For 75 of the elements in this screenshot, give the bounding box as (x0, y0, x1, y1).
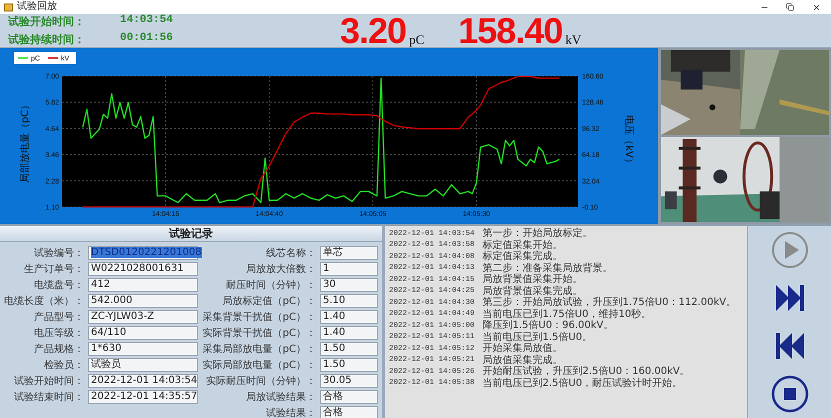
field-label: 实际局部放电量（pC）： (202, 358, 316, 372)
log-message: 当前电压已到2.5倍U0，耐压试验计时开始。 (482, 378, 682, 389)
log-message: 开始耐压试验，升压到2.5倍U0：160.00kV。 (482, 366, 690, 378)
input-field[interactable]: ZC-YJLW03-Z (88, 310, 198, 324)
input-field[interactable]: 1 (320, 262, 378, 276)
reading-unit: kV (565, 32, 582, 46)
input-field[interactable]: 1*630 (88, 342, 198, 356)
field-label: 产品型号： (33, 310, 84, 324)
window-title: 试验回放 (17, 0, 58, 14)
input-field[interactable]: 30 (320, 278, 378, 292)
field-label: 试验结果： (265, 406, 316, 418)
field-label: 局放试验结果： (245, 390, 316, 404)
time-value: 00:01:56 (120, 32, 173, 46)
field-label: 电压等级： (33, 326, 84, 340)
log-message: 局放值采集完成。 (482, 354, 563, 366)
restore-icon (786, 3, 794, 11)
input-field[interactable]: 2022-12-01 14:03:54 (88, 374, 198, 388)
axis-title: 电压（kV） (623, 115, 634, 168)
input-field[interactable]: 1.50 (320, 342, 378, 356)
input-field[interactable]: 1.50 (320, 358, 378, 372)
input-field[interactable]: 试验员 (88, 358, 198, 372)
log-message: 局放背景值采集完成。 (482, 286, 583, 297)
field-label: 检验员： (43, 358, 84, 372)
field-label: 局放放大倍数： (245, 262, 316, 276)
log-message: 标定值采集完成。 (482, 251, 563, 262)
input-field[interactable]: 合格 (320, 406, 378, 418)
reading-value: 3.20 (340, 14, 406, 46)
log-message: 局放背景值采集开始。 (482, 274, 583, 286)
log-message: 标定值采集开始。 (482, 240, 563, 251)
input-field[interactable]: 1.40 (320, 310, 378, 324)
log-message: 开始采集局放值。 (482, 343, 563, 354)
field-label: 电缆盘号： (33, 278, 84, 292)
play-icon (770, 231, 808, 269)
log-message: 降压到1.5倍U0：96.00kV。 (482, 320, 614, 332)
axis-title: 局部放电量（pC） (20, 100, 31, 184)
log-message: 当前电压已到1.5倍U0。 (482, 332, 592, 343)
fast-forward-icon (774, 282, 806, 314)
field-label: 局放标定值（pC）： (222, 294, 316, 308)
input-field[interactable]: W0221028001631 (88, 262, 198, 276)
field-label: 实际背景干扰值（pC）： (202, 326, 316, 340)
log-message: 当前电压已到1.75倍U0，维持10秒。 (482, 308, 652, 320)
field-label: 电缆长度（米）： (4, 294, 84, 308)
field-label: 试验编号： (33, 246, 84, 260)
log-message: 第三步：开始局放试验，升压到1.75倍U0：112.00kV。 (482, 297, 736, 308)
input-field[interactable]: 合格 (320, 390, 378, 404)
stop-icon (770, 375, 808, 413)
field-label: 耐压时间（分钟）： (225, 278, 316, 292)
input-field[interactable]: 30.05 (320, 374, 378, 388)
log-message: 第一步：开始局放标定。 (482, 228, 593, 240)
close-icon (812, 2, 820, 12)
input-field[interactable]: 2022-12-01 14:35:57 (88, 390, 198, 404)
field-label: 采集背景干扰值（pC）： (202, 310, 316, 324)
time-label: 试验开始时间： (8, 14, 86, 29)
time-value: 14:03:54 (120, 14, 173, 28)
input-field[interactable]: 5.10 (320, 294, 378, 308)
input-field[interactable]: 1.40 (320, 326, 378, 340)
field-label: 试验结束时间： (13, 390, 84, 404)
field-label: 试验开始时间： (13, 374, 84, 388)
app-icon (4, 2, 13, 12)
field-label: 线芯名称： (265, 246, 316, 260)
log-message: 第二步：准备采集局放背景。 (482, 262, 613, 274)
time-label: 试验持续时间： (8, 32, 86, 47)
input-field[interactable]: 单芯 (320, 246, 378, 260)
legend-background (14, 52, 76, 64)
input-field[interactable]: 64/110 (88, 326, 198, 340)
input-field[interactable]: 412 (88, 278, 198, 292)
reading-value: 158.40 (458, 14, 562, 46)
field-label: 产品规格： (33, 342, 84, 356)
field-label: 实际耐压时间（分钟）： (205, 374, 316, 388)
reading-unit: pC (409, 32, 424, 46)
field-label: 采集局部放电量（pC）： (202, 342, 316, 356)
field-label: 生产订单号： (23, 262, 84, 276)
input-field[interactable]: 542.000 (88, 294, 198, 308)
panel-title: 试验记录 (0, 226, 382, 242)
rewind-icon (774, 330, 806, 362)
